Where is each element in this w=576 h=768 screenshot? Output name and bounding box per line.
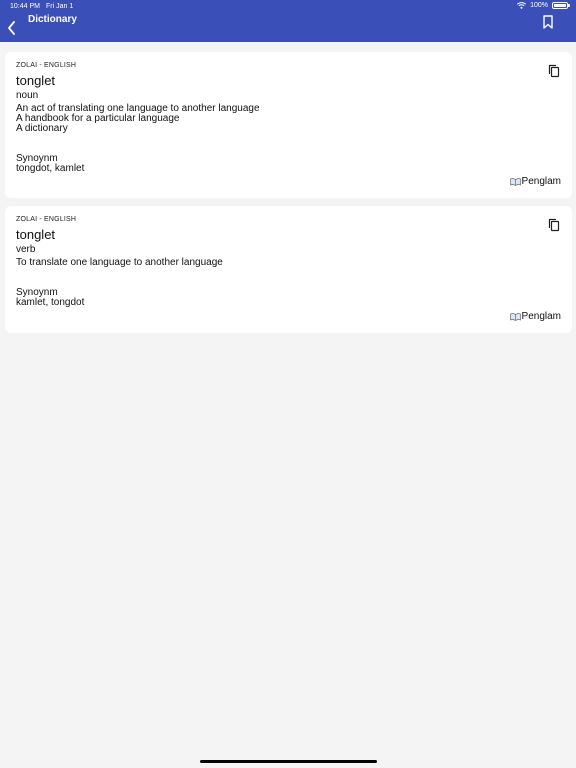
copy-icon[interactable] <box>548 218 560 232</box>
definition-list: An act of translating one language to an… <box>16 104 561 134</box>
battery-icon <box>552 2 570 9</box>
dictionary-entry-card: ZOLAI - ENGLISH tonglet verb To translat… <box>5 206 572 333</box>
bookmark-icon[interactable] <box>542 15 554 29</box>
back-chevron-icon[interactable] <box>6 20 18 36</box>
definition-list: To translate one language to another lan… <box>16 258 561 268</box>
headword: tonglet <box>16 73 56 88</box>
language-pair-label: ZOLAI - ENGLISH <box>16 216 77 223</box>
definition-item: A dictionary <box>16 123 68 134</box>
source-name: Penglam <box>521 176 561 187</box>
navigation-bar: 10:44 PM Fri Jan 1 100% Dictionary <box>0 0 576 42</box>
definition-item: To translate one language to another lan… <box>16 257 223 268</box>
source-name: Penglam <box>521 311 561 322</box>
entry-list: ZOLAI - ENGLISH tonglet noun An act of t… <box>5 52 572 341</box>
status-indicators: 100% <box>517 2 570 9</box>
part-of-speech: verb <box>16 244 36 255</box>
synonym-label: Synoynm <box>16 287 58 298</box>
status-time: 10:44 PM <box>10 3 40 10</box>
open-book-icon <box>509 312 521 321</box>
open-book-icon <box>509 177 521 186</box>
wifi-icon <box>517 2 527 9</box>
synonym-label: Synoynm <box>16 153 58 164</box>
source-link[interactable]: Penglam <box>509 176 561 187</box>
source-link[interactable]: Penglam <box>509 311 561 322</box>
synonym-values: kamlet, tongdot <box>16 297 85 308</box>
status-date: Fri Jan 1 <box>46 3 74 10</box>
battery-percent: 100% <box>530 2 548 9</box>
synonym-values: tongdot, kamlet <box>16 163 85 174</box>
definition-item: A handbook for a particular language <box>16 113 180 124</box>
part-of-speech: noun <box>16 90 39 101</box>
page-title: Dictionary <box>28 14 77 25</box>
language-pair-label: ZOLAI - ENGLISH <box>16 62 77 69</box>
headword: tonglet <box>16 227 56 242</box>
dictionary-entry-card: ZOLAI - ENGLISH tonglet noun An act of t… <box>5 52 572 198</box>
copy-icon[interactable] <box>548 64 560 78</box>
home-indicator[interactable] <box>200 760 377 763</box>
